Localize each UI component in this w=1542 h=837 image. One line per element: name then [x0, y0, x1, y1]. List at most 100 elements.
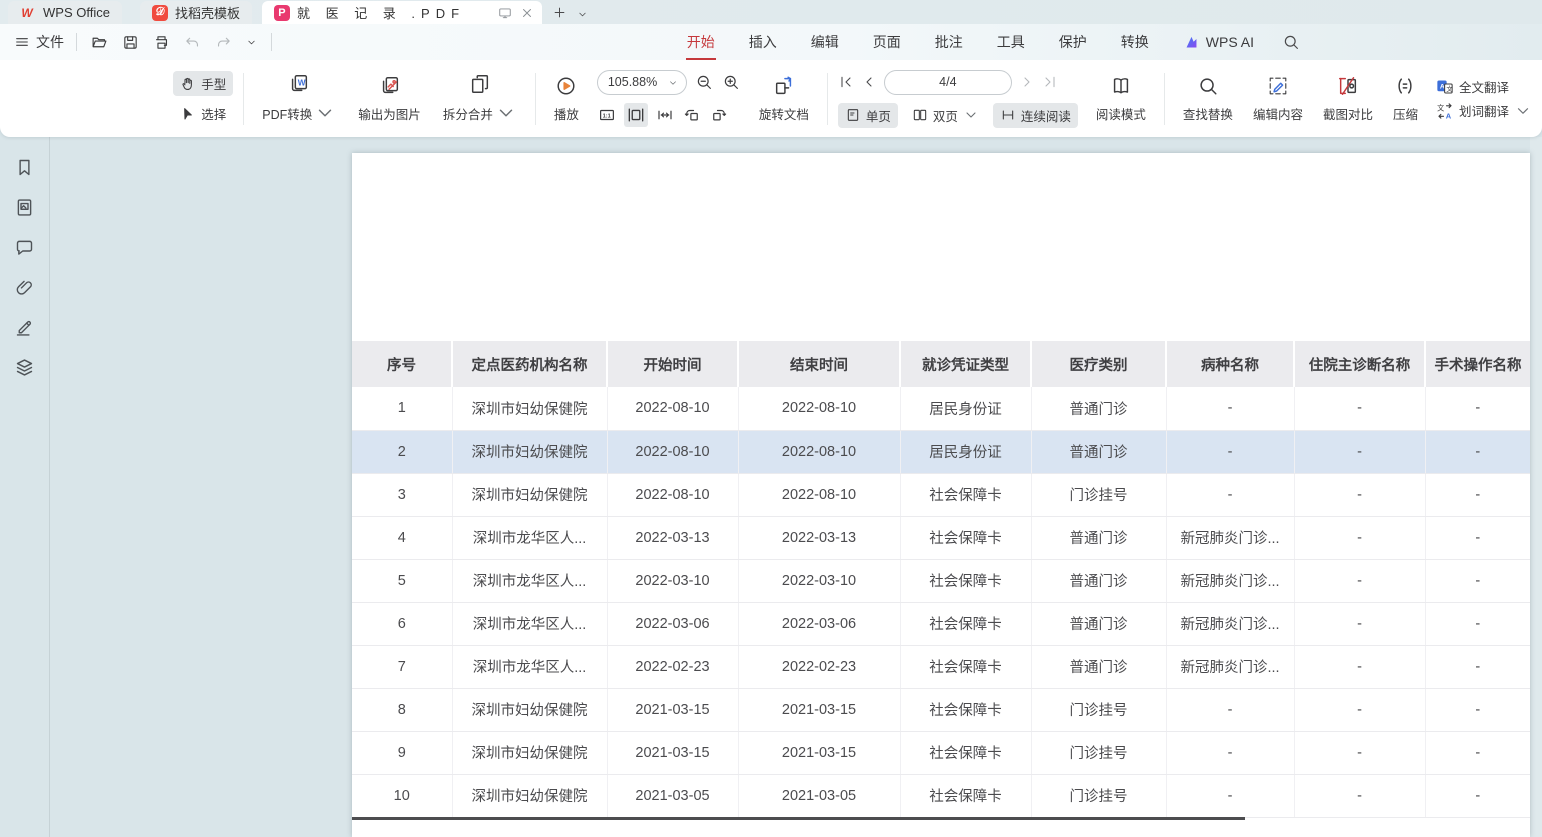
table-cell: 6	[352, 602, 452, 645]
table-row[interactable]: 2深圳市妇幼保健院2022-08-102022-08-10居民身份证普通门诊--…	[352, 430, 1530, 473]
search-icon[interactable]	[1282, 33, 1300, 51]
play-button[interactable]: 播放	[546, 70, 587, 128]
table-row[interactable]: 4深圳市龙华区人...2022-03-132022-03-13社会保障卡普通门诊…	[352, 516, 1530, 559]
close-icon[interactable]	[520, 6, 534, 20]
table-row[interactable]: 1深圳市妇幼保健院2022-08-102022-08-10居民身份证普通门诊--…	[352, 387, 1530, 430]
table-cell: 深圳市龙华区人...	[452, 602, 607, 645]
export-image-button[interactable]: 输出为图片	[350, 70, 429, 128]
signature-icon[interactable]	[14, 317, 35, 338]
find-replace-button[interactable]: 查找替换	[1175, 70, 1241, 128]
table-cell: 2021-03-15	[738, 688, 900, 731]
thumbnail-icon[interactable]	[14, 197, 35, 218]
undo-icon[interactable]	[184, 34, 201, 51]
rotate-left-icon[interactable]	[682, 105, 702, 125]
new-tab-plus-icon[interactable]	[552, 5, 567, 20]
save-icon[interactable]	[122, 34, 139, 51]
table-row[interactable]: 8深圳市妇幼保健院2021-03-152021-03-15社会保障卡门诊挂号--…	[352, 688, 1530, 731]
file-menu-button[interactable]: 文件	[0, 32, 76, 52]
edit-content-button[interactable]: 编辑内容	[1245, 70, 1311, 128]
find-replace-icon	[1197, 75, 1219, 97]
table-cell: 8	[352, 688, 452, 731]
double-page-button[interactable]: 双页	[905, 103, 986, 128]
read-mode-button[interactable]: 阅读模式	[1088, 70, 1154, 128]
table-header-cell: 就诊凭证类型	[900, 341, 1031, 387]
rotate-document-label: 旋转文档	[759, 104, 809, 123]
zoom-out-icon[interactable]	[694, 72, 714, 92]
zoom-in-icon[interactable]	[721, 72, 741, 92]
open-folder-icon[interactable]	[91, 34, 108, 51]
read-mode-icon	[1110, 75, 1132, 97]
print-icon[interactable]	[153, 34, 170, 51]
table-cell: -	[1425, 473, 1530, 516]
table-cell: 2022-08-10	[607, 473, 738, 516]
select-tool-button[interactable]: 选择	[173, 101, 233, 126]
table-cell: -	[1425, 387, 1530, 430]
table-cell: -	[1166, 731, 1294, 774]
quickbar-chevron-icon[interactable]	[246, 34, 257, 51]
wps-ai-button[interactable]: WPS AI	[1183, 34, 1254, 51]
table-row[interactable]: 10深圳市妇幼保健院2021-03-052021-03-05社会保障卡门诊挂号-…	[352, 774, 1530, 817]
menu-tab-6[interactable]: 保护	[1057, 26, 1089, 58]
menu-tab-1[interactable]: 插入	[747, 26, 779, 58]
table-cell: 新冠肺炎门诊...	[1166, 516, 1294, 559]
menu-tab-2[interactable]: 编辑	[809, 26, 841, 58]
table-cell: 普通门诊	[1031, 602, 1166, 645]
rotate-document-button[interactable]: 旋转文档	[751, 70, 817, 128]
table-cell: -	[1294, 731, 1425, 774]
split-merge-button[interactable]: 拆分合并	[435, 68, 525, 129]
monitor-icon[interactable]	[498, 6, 512, 20]
tab-wps-office[interactable]: W WPS Office	[8, 1, 122, 24]
fit-width-icon[interactable]	[655, 105, 675, 125]
pdf-page: 序号定点医药机构名称开始时间结束时间就诊凭证类型医疗类别病种名称住院主诊断名称手…	[352, 153, 1530, 837]
screenshot-compare-button[interactable]: 截图对比	[1315, 70, 1381, 128]
tab-docer-templates[interactable]: 𝒟 找稻壳模板	[140, 1, 252, 24]
hand-icon	[180, 76, 196, 92]
attachment-icon[interactable]	[14, 277, 35, 298]
redo-icon[interactable]	[215, 34, 232, 51]
vertical-scrollbar[interactable]	[1530, 137, 1542, 837]
full-translate-button[interactable]: A文 全文翻译	[1436, 77, 1532, 96]
continuous-read-label: 连续阅读	[1021, 106, 1071, 125]
menu-tab-home[interactable]: 开始	[685, 26, 717, 58]
first-page-icon[interactable]	[838, 74, 854, 90]
table-horizontal-scrollbar[interactable]	[352, 817, 1245, 820]
table-row[interactable]: 5深圳市龙华区人...2022-03-102022-03-10社会保障卡普通门诊…	[352, 559, 1530, 602]
table-row[interactable]: 7深圳市龙华区人...2022-02-232022-02-23社会保障卡普通门诊…	[352, 645, 1530, 688]
bookmark-icon[interactable]	[14, 157, 35, 178]
compress-button[interactable]: 压缩	[1385, 70, 1426, 128]
single-page-button[interactable]: 单页	[838, 103, 898, 128]
menu-tab-4[interactable]: 批注	[933, 26, 965, 58]
table-row[interactable]: 6深圳市龙华区人...2022-03-062022-03-06社会保障卡普通门诊…	[352, 602, 1530, 645]
last-page-icon[interactable]	[1042, 74, 1058, 90]
page-number-input[interactable]: 4/4	[884, 70, 1012, 95]
table-row[interactable]: 9深圳市妇幼保健院2021-03-152021-03-15社会保障卡门诊挂号--…	[352, 731, 1530, 774]
table-cell: 深圳市妇幼保健院	[452, 774, 607, 817]
pdf-file-icon: P	[274, 5, 290, 21]
actual-size-icon[interactable]: 1:1	[597, 105, 617, 125]
hand-tool-button[interactable]: 手型	[173, 71, 233, 96]
find-replace-label: 查找替换	[1183, 104, 1233, 123]
left-tool-sidebar	[0, 137, 50, 837]
next-page-icon[interactable]	[1019, 74, 1035, 90]
table-cell: 居民身份证	[900, 387, 1031, 430]
tab-medical-record-pdf[interactable]: P 就 医 记 录 .PDF	[262, 1, 542, 24]
table-header-cell: 住院主诊断名称	[1294, 341, 1425, 387]
table-row[interactable]: 3深圳市妇幼保健院2022-08-102022-08-10社会保障卡门诊挂号--…	[352, 473, 1530, 516]
pdf-convert-button[interactable]: W PDF转换	[254, 68, 344, 129]
menu-tab-5[interactable]: 工具	[995, 26, 1027, 58]
zoom-level-select[interactable]: 105.88%	[597, 70, 687, 95]
rotate-right-icon[interactable]	[709, 105, 729, 125]
layers-icon[interactable]	[14, 357, 35, 378]
menu-tab-3[interactable]: 页面	[871, 26, 903, 58]
prev-page-icon[interactable]	[861, 74, 877, 90]
tab-list-chevron-icon[interactable]	[577, 7, 588, 18]
table-header-cell: 定点医药机构名称	[452, 341, 607, 387]
continuous-read-button[interactable]: 连续阅读	[993, 103, 1078, 128]
fit-page-icon[interactable]	[624, 103, 648, 127]
play-icon	[555, 75, 577, 97]
menu-tab-7[interactable]: 转换	[1119, 26, 1151, 58]
table-cell: 2	[352, 430, 452, 473]
comment-icon[interactable]	[14, 237, 35, 258]
window-tab-bar: W WPS Office 𝒟 找稻壳模板 P 就 医 记 录 .PDF	[0, 0, 1542, 24]
word-translate-button[interactable]: 文A 划词翻译	[1436, 101, 1532, 120]
